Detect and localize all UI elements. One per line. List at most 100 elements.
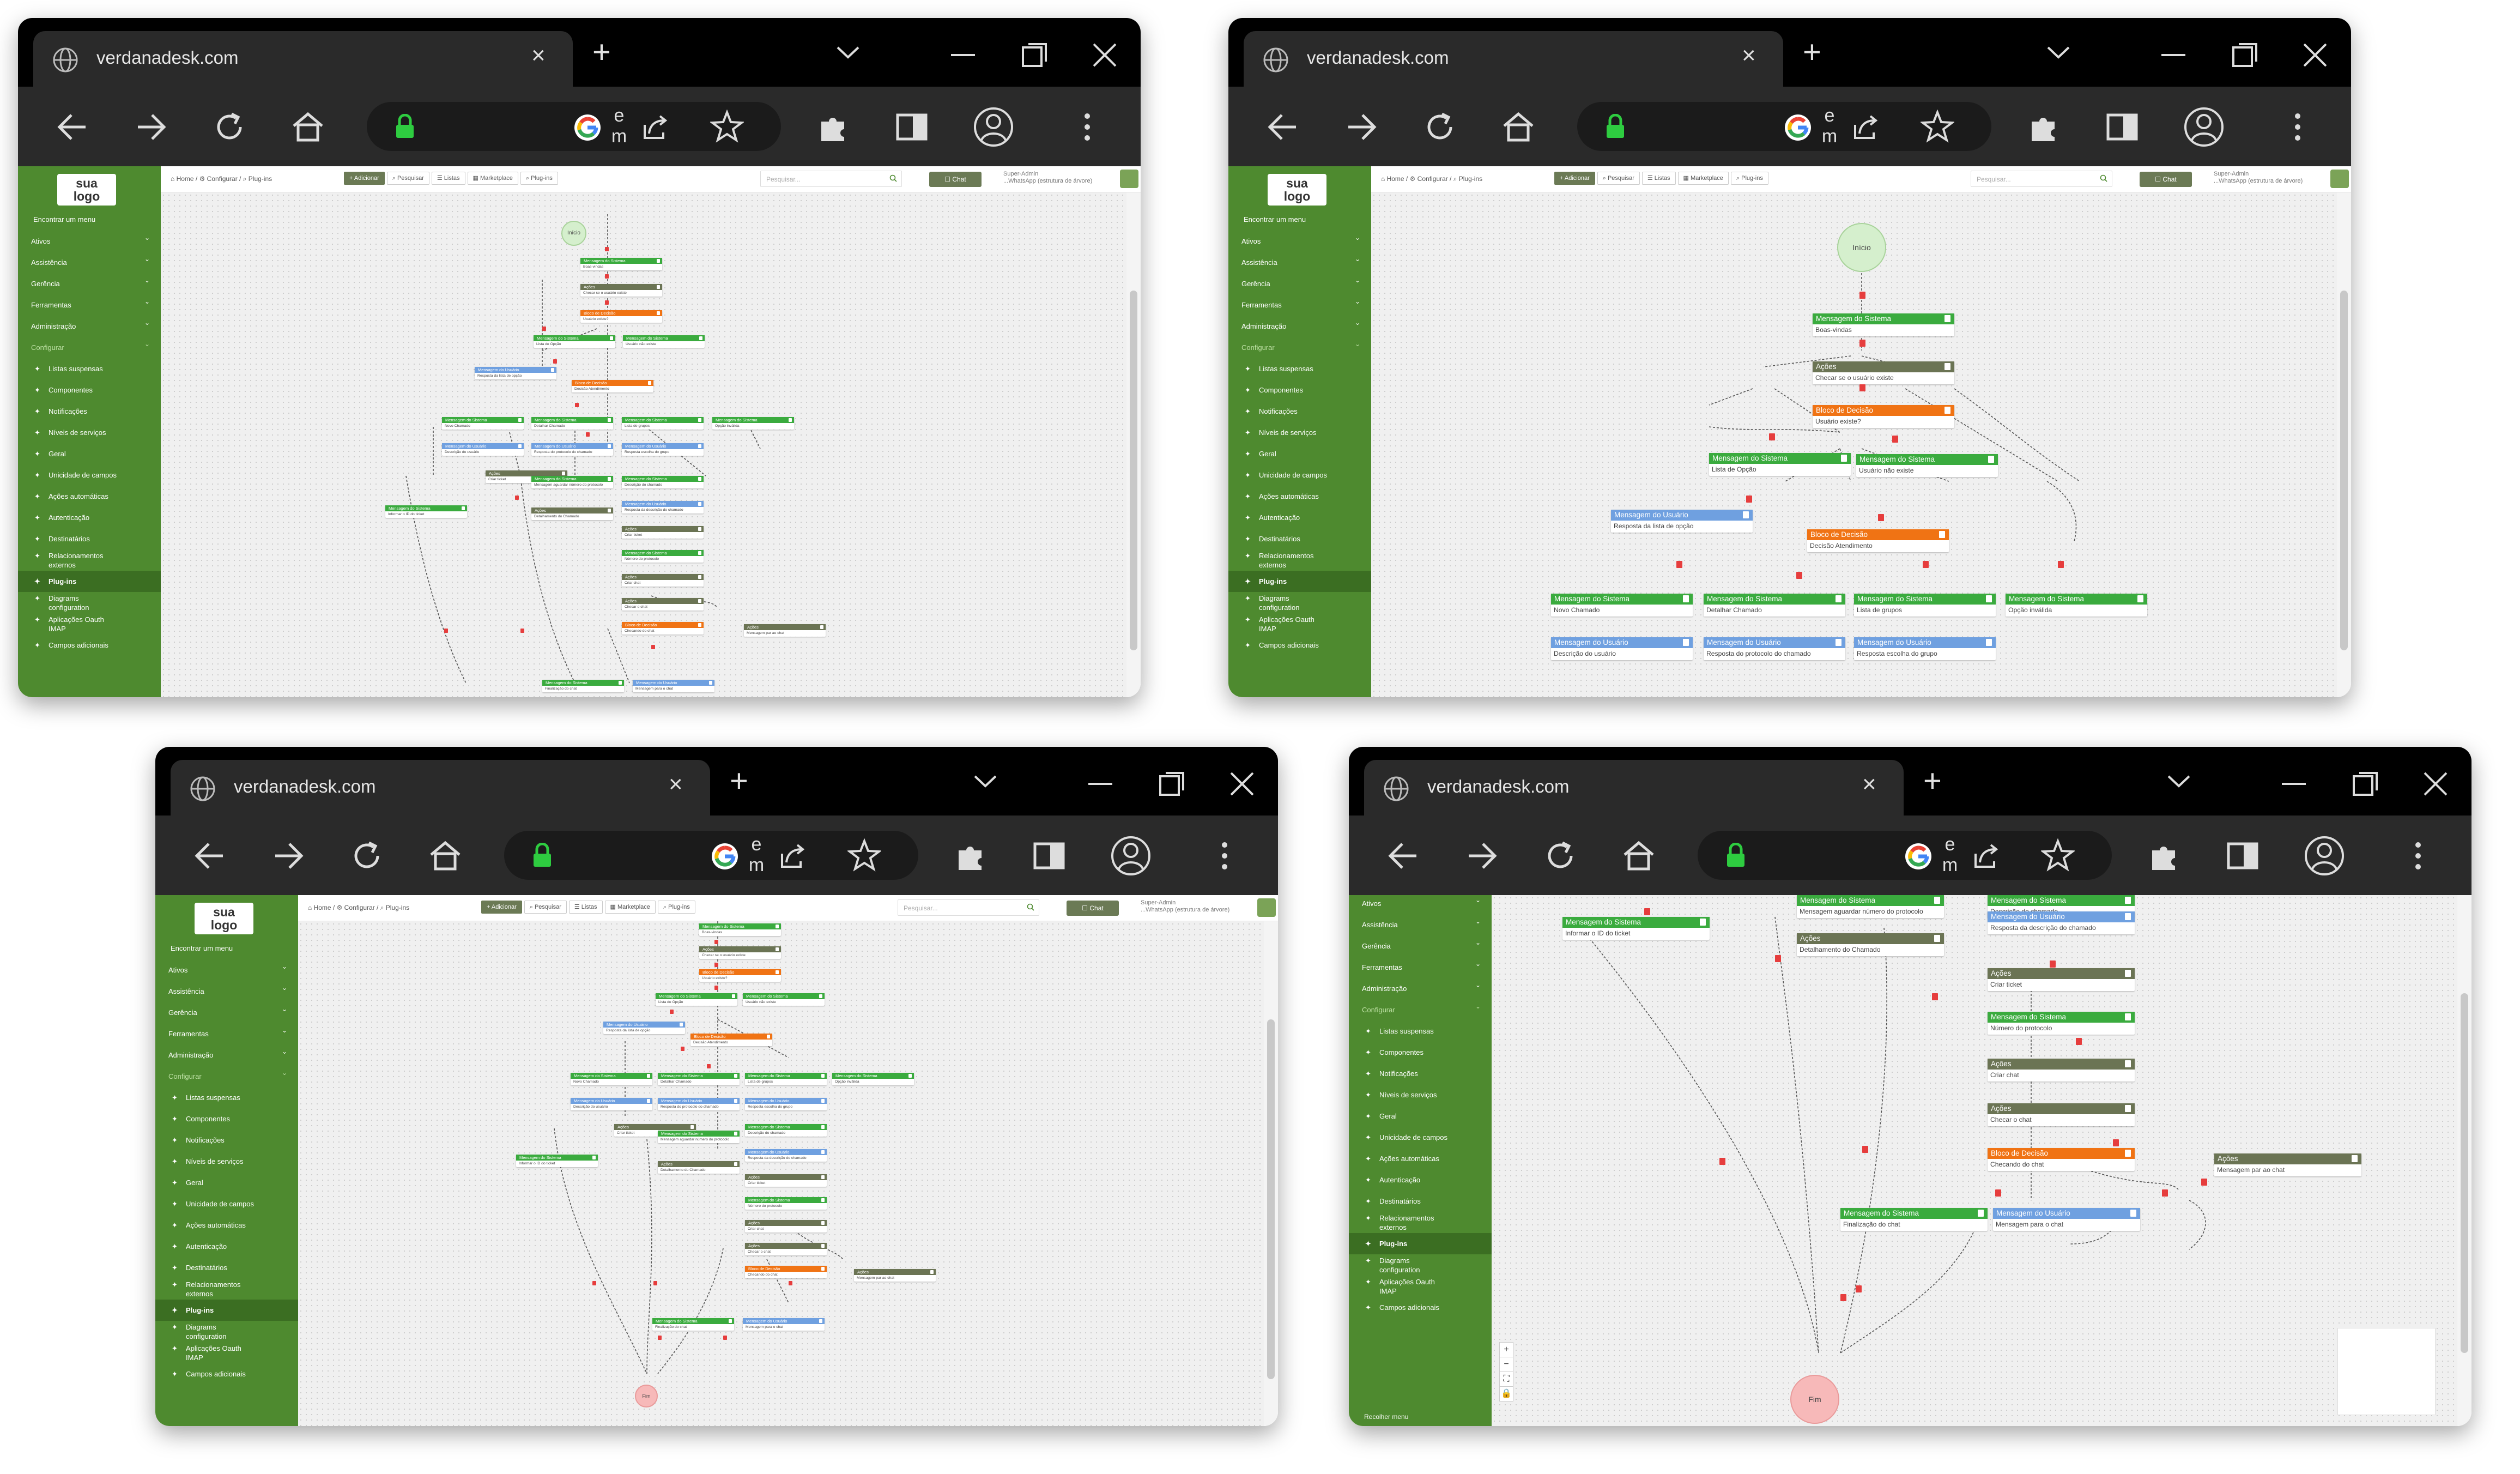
delete-node-icon[interactable]: [657, 285, 661, 289]
sidebar-subitem-1[interactable]: Componentes: [1228, 379, 1371, 401]
sidebar-subitem-2[interactable]: Notificações: [1228, 401, 1371, 422]
delete-link-icon[interactable]: [714, 986, 718, 990]
profile-avatar-icon[interactable]: [2304, 835, 2345, 877]
sidebar-subitem-11[interactable]: Diagrams configuration: [1349, 1254, 1492, 1276]
sidebar-subitem-2[interactable]: Notificações: [155, 1129, 298, 1151]
delete-node-icon[interactable]: [734, 1098, 738, 1103]
home-icon[interactable]: [290, 110, 325, 144]
flow-node[interactable]: Ações Checar se o usuário existe: [699, 946, 781, 959]
sidebar-subitem-0[interactable]: Listas suspensas: [18, 358, 161, 379]
delete-link-icon[interactable]: [658, 1336, 662, 1340]
extensions-puzzle-icon[interactable]: [2026, 110, 2061, 144]
toolbar-button-1[interactable]: ⌕ Pesquisar: [524, 901, 567, 914]
sidebar-subitem-12[interactable]: Aplicações Oauth IMAP: [1228, 613, 1371, 635]
flow-node[interactable]: Mensagem do Sistema Boas-vindas: [1813, 313, 1954, 336]
delete-node-icon[interactable]: [2130, 1209, 2137, 1217]
tab-close-icon[interactable]: ×: [1742, 42, 1756, 69]
delete-link-icon[interactable]: [714, 940, 718, 945]
delete-node-icon[interactable]: [776, 947, 779, 951]
delete-link-icon[interactable]: [515, 496, 519, 500]
toolbar-button-2[interactable]: ☰ Listas: [1641, 172, 1676, 185]
sidebar-subitem-3[interactable]: Níveis de serviços: [1228, 422, 1371, 443]
tab-close-icon[interactable]: ×: [669, 771, 683, 798]
flow-node[interactable]: Mensagem do Sistema Informar o ID do tick…: [516, 1155, 598, 1168]
find-menu-link[interactable]: Encontrar um menu: [171, 944, 233, 952]
flow-node[interactable]: Mensagem do Usuário Descrição do usuário: [1551, 637, 1693, 660]
avatar[interactable]: [1257, 898, 1276, 917]
app-logo[interactable]: sua logo: [195, 903, 253, 934]
scrollbar-thumb[interactable]: [1130, 291, 1137, 650]
sidebar-subitem-3[interactable]: Níveis de serviços: [155, 1151, 298, 1172]
google-icon[interactable]: [1903, 841, 1934, 872]
delete-node-icon[interactable]: [551, 367, 555, 372]
sidebar-subitem-3[interactable]: Níveis de serviços: [1349, 1084, 1492, 1106]
google-icon[interactable]: [1782, 112, 1814, 143]
flow-node[interactable]: Mensagem do Sistema Mensagem aguardar núm…: [658, 1131, 740, 1144]
find-menu-link[interactable]: Encontrar um menu: [33, 215, 95, 223]
delete-node-icon[interactable]: [698, 502, 702, 506]
chat-button[interactable]: ☐ Chat: [2140, 172, 2192, 187]
page-scrollbar[interactable]: [1264, 921, 1278, 1426]
sidebar-subitem-4[interactable]: Geral: [155, 1172, 298, 1193]
delete-node-icon[interactable]: [821, 1221, 825, 1225]
delete-node-icon[interactable]: [821, 1198, 825, 1202]
sidebar-subitem-8[interactable]: Destinatários: [18, 528, 161, 549]
delete-node-icon[interactable]: [930, 1270, 934, 1274]
delete-link-icon[interactable]: [1856, 1285, 1862, 1293]
user-info[interactable]: Super-Admin ...WhatsApp (estrutura de ár…: [2214, 171, 2303, 185]
sidebar-item-2[interactable]: Gerência: [155, 999, 298, 1023]
sidebar-subitem-12[interactable]: Aplicações Oauth IMAP: [155, 1342, 298, 1363]
delete-node-icon[interactable]: [610, 336, 614, 340]
delete-node-icon[interactable]: [767, 1034, 771, 1038]
toolbar-button-4[interactable]: ⌕ Plug-ins: [1730, 172, 1768, 185]
kebab-menu-icon[interactable]: [2280, 110, 2315, 144]
app-logo[interactable]: sua logo: [57, 174, 116, 206]
close-icon[interactable]: [2420, 769, 2451, 799]
search-input[interactable]: Pesquisar...: [898, 899, 1039, 916]
delete-link-icon[interactable]: [2162, 1189, 2168, 1197]
sidebar-item-2[interactable]: Gerência: [1228, 270, 1371, 294]
delete-link-icon[interactable]: [605, 300, 609, 305]
delete-node-icon[interactable]: [690, 1125, 694, 1129]
bookmark-star-icon[interactable]: [847, 838, 881, 872]
delete-node-icon[interactable]: [647, 1073, 651, 1078]
scrollbar-thumb[interactable]: [1267, 1019, 1275, 1379]
new-tab-button[interactable]: +: [1923, 765, 1942, 797]
delete-node-icon[interactable]: [1988, 455, 1995, 463]
flow-node[interactable]: Ações Criar chat: [622, 574, 704, 587]
delete-node-icon[interactable]: [2352, 1155, 2358, 1163]
flow-node[interactable]: Ações Detalhamento do Chamado: [1797, 933, 1944, 956]
flow-node[interactable]: Mensagem do Sistema Novo Chamado: [442, 417, 524, 430]
sidebar-subitem-4[interactable]: Geral: [18, 443, 161, 464]
sidebar-item-1[interactable]: Assistência: [1349, 911, 1492, 935]
sidebar-subitem-10[interactable]: Plug-ins: [1228, 571, 1371, 592]
toolbar-button-0[interactable]: + Adicionar: [344, 172, 385, 185]
search-input[interactable]: Pesquisar...: [760, 171, 902, 187]
delete-link-icon[interactable]: [520, 629, 524, 633]
delete-link-icon[interactable]: [2201, 1179, 2207, 1186]
flow-node[interactable]: Ações Criar ticket: [1988, 968, 2135, 991]
delete-node-icon[interactable]: [819, 994, 823, 998]
delete-node-icon[interactable]: [734, 1073, 738, 1078]
sidebar-item-5[interactable]: Configurar: [1228, 334, 1371, 358]
find-menu-link[interactable]: Encontrar um menu: [1244, 215, 1306, 223]
delete-node-icon[interactable]: [608, 418, 611, 422]
delete-node-icon[interactable]: [1944, 315, 1951, 323]
restore-icon[interactable]: [2351, 769, 2381, 799]
sidebar-subitem-9[interactable]: Relacionamentos externos: [18, 549, 161, 571]
tab-close-icon[interactable]: ×: [531, 42, 546, 69]
browser-tab[interactable]: verdanadesk.com ×: [1364, 760, 1904, 815]
sidebar-item-4[interactable]: Administração: [1349, 975, 1492, 999]
delete-link-icon[interactable]: [1859, 384, 1865, 392]
flow-node[interactable]: Ações Mensagem par ao chat: [2214, 1153, 2361, 1176]
sidebar-subitem-0[interactable]: Listas suspensas: [1228, 358, 1371, 379]
side-panel-icon[interactable]: [2225, 838, 2260, 873]
delete-node-icon[interactable]: [2125, 1013, 2131, 1021]
chat-button[interactable]: ☐ Chat: [929, 172, 982, 187]
sidebar-subitem-12[interactable]: Aplicações Oauth IMAP: [18, 613, 161, 635]
delete-link-icon[interactable]: [1995, 1189, 2001, 1197]
side-panel-icon[interactable]: [2105, 110, 2140, 144]
chevron-down-icon[interactable]: [2166, 773, 2191, 789]
scrollbar-thumb[interactable]: [2340, 291, 2348, 650]
side-panel-icon[interactable]: [894, 110, 929, 144]
